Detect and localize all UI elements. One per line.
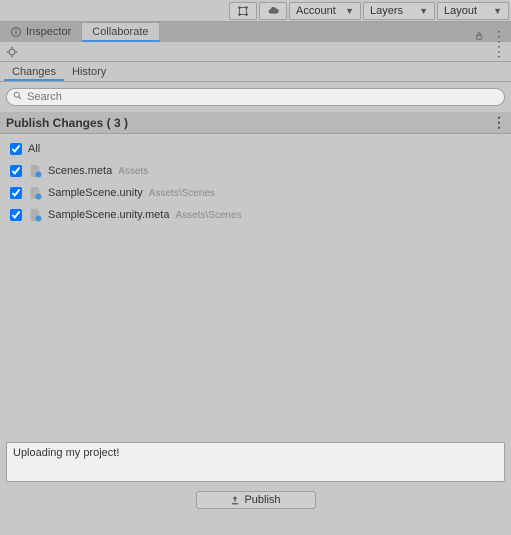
tabs-right-controls: ⋮ <box>473 30 511 42</box>
account-dropdown[interactable]: Account ▼ <box>289 2 361 20</box>
info-icon <box>10 26 22 38</box>
search-input-wrap[interactable] <box>6 88 505 106</box>
chevron-down-icon: ▼ <box>419 6 428 16</box>
tab-collaborate-label: Collaborate <box>92 26 148 38</box>
publish-header: Publish Changes ( 3 ) ⋮ <box>0 112 511 134</box>
search-icon <box>13 91 23 104</box>
file-modified-icon <box>28 208 42 222</box>
collab-toolbar: ⋮ <box>0 42 511 62</box>
publish-header-label: Publish Changes ( 3 ) <box>6 116 128 130</box>
file-row: SampleScene.unity Assets\Scenes <box>0 182 511 204</box>
panel-tabs: Inspector Collaborate ⋮ <box>0 22 511 42</box>
layout-label: Layout <box>444 5 477 17</box>
checkbox-file[interactable] <box>10 209 22 221</box>
search-input[interactable] <box>27 91 498 103</box>
file-modified-icon <box>28 164 42 178</box>
file-row: SampleScene.unity.meta Assets\Scenes <box>0 204 511 226</box>
file-name: SampleScene.unity <box>48 187 143 199</box>
subtab-changes[interactable]: Changes <box>4 63 64 81</box>
file-path: Assets\Scenes <box>149 188 215 199</box>
chevron-down-icon: ▼ <box>345 6 354 16</box>
collab-menu-icon[interactable]: ⋮ <box>493 46 505 58</box>
upload-icon <box>230 495 240 505</box>
tab-inspector[interactable]: Inspector <box>0 22 82 42</box>
publish-button-row: Publish <box>6 491 505 509</box>
publish-button-label: Publish <box>244 494 280 506</box>
services-icon <box>236 4 250 18</box>
checkbox-file[interactable] <box>10 165 22 177</box>
search-row <box>0 82 511 112</box>
file-list: All Scenes.meta Assets SampleScene.unity… <box>0 134 511 230</box>
file-path: Assets\Scenes <box>175 210 241 221</box>
subtab-history[interactable]: History <box>64 63 114 81</box>
chevron-down-icon: ▼ <box>493 6 502 16</box>
collab-subtabs: Changes History <box>0 62 511 82</box>
panel-menu-icon[interactable]: ⋮ <box>493 30 505 42</box>
commit-message-input[interactable] <box>6 442 505 482</box>
file-path: Assets <box>118 166 148 177</box>
cloud-icon <box>266 4 280 18</box>
bottom-area: Publish <box>0 436 511 515</box>
lock-icon[interactable] <box>473 30 485 42</box>
top-toolbar: Account ▼ Layers ▼ Layout ▼ <box>0 0 511 22</box>
tab-collaborate[interactable]: Collaborate <box>82 22 159 42</box>
layers-dropdown[interactable]: Layers ▼ <box>363 2 435 20</box>
publish-button[interactable]: Publish <box>196 491 316 509</box>
file-row: Scenes.meta Assets <box>0 160 511 182</box>
file-modified-icon <box>28 186 42 200</box>
account-label: Account <box>296 5 336 17</box>
all-label: All <box>28 143 40 155</box>
checkbox-all[interactable] <box>10 143 22 155</box>
checkbox-file[interactable] <box>10 187 22 199</box>
file-name: SampleScene.unity.meta <box>48 209 169 221</box>
services-button[interactable] <box>229 2 257 20</box>
file-name: Scenes.meta <box>48 165 112 177</box>
spacer <box>0 230 511 436</box>
file-row-all: All <box>0 138 511 160</box>
layers-label: Layers <box>370 5 403 17</box>
refresh-icon[interactable] <box>6 46 18 58</box>
tab-inspector-label: Inspector <box>26 26 71 38</box>
layout-dropdown[interactable]: Layout ▼ <box>437 2 509 20</box>
cloud-button[interactable] <box>259 2 287 20</box>
publish-menu-icon[interactable]: ⋮ <box>493 117 505 129</box>
